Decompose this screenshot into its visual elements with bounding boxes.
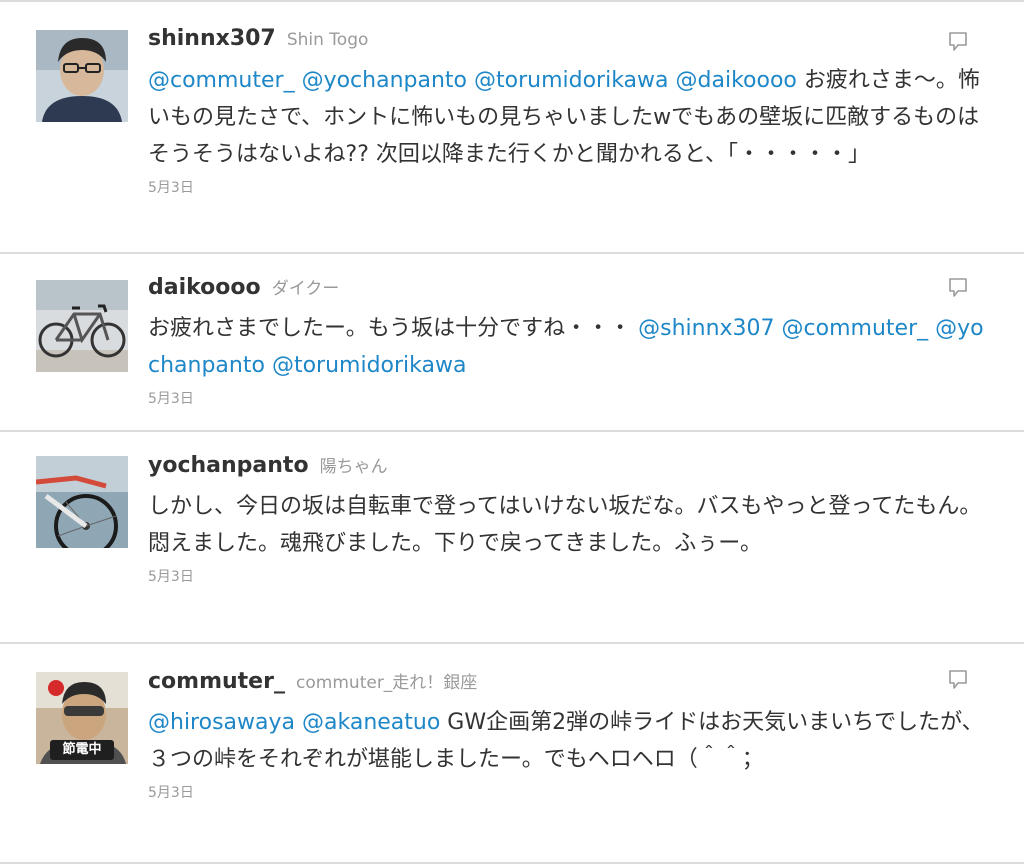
- tweet-header: yochanpanto 陽ちゃん: [148, 452, 994, 482]
- tweet-text-segment: お疲れさまでしたー。もう坂は十分ですね・・・: [148, 316, 639, 341]
- tweet-item: shinnx307 Shin Togo @commuter_ @yochanpa…: [0, 4, 1024, 248]
- tweet-item: yochanpanto 陽ちゃん しかし、今日の坂は自転車で登ってはいけない坂だ…: [0, 434, 1024, 640]
- mention-link[interactable]: @akaneatuo: [302, 710, 440, 735]
- divider: [0, 862, 1024, 864]
- bicycle-photo-icon: [36, 280, 128, 372]
- avatar[interactable]: [36, 280, 128, 372]
- full-name: 陽ちゃん: [319, 457, 388, 477]
- divider: [0, 0, 1024, 2]
- mention-link[interactable]: @hirosawaya: [148, 710, 295, 735]
- timestamp[interactable]: 5月3日: [148, 782, 994, 802]
- full-name: Shin Togo: [286, 30, 369, 50]
- tweet-item: daikoooo ダイクー お疲れさまでしたー。もう坂は十分ですね・・・ @sh…: [0, 256, 1024, 428]
- mention-link[interactable]: @daikoooo: [676, 68, 797, 93]
- tweet-text-segment: [467, 68, 474, 93]
- avatar[interactable]: [36, 456, 128, 548]
- tweet-header: daikoooo ダイクー: [148, 274, 994, 304]
- tweet-text-segment: しかし、今日の坂は自転車で登ってはいけない坂だな。バスもやっと登ってたもん。悶え…: [148, 494, 982, 556]
- mention-link[interactable]: @torumidorikawa: [474, 68, 669, 93]
- reply-icon[interactable]: [946, 668, 970, 692]
- screen-name[interactable]: commuter_: [148, 669, 285, 694]
- reply-icon[interactable]: [946, 30, 970, 54]
- avatar[interactable]: [36, 30, 128, 122]
- bicycle-wheel-photo-icon: [36, 456, 128, 548]
- timestamp[interactable]: 5月3日: [148, 388, 994, 408]
- mention-link[interactable]: @yochanpanto: [302, 68, 467, 93]
- timestamp[interactable]: 5月3日: [148, 177, 994, 197]
- tweet-content: shinnx307 Shin Togo @commuter_ @yochanpa…: [148, 26, 994, 197]
- user-photo-icon: [36, 30, 128, 122]
- timeline: shinnx307 Shin Togo @commuter_ @yochanpa…: [0, 0, 1024, 868]
- tweet-content: yochanpanto 陽ちゃん しかし、今日の坂は自転車で登ってはいけない坂だ…: [148, 452, 994, 586]
- screen-name[interactable]: yochanpanto: [148, 453, 309, 478]
- reply-icon[interactable]: [946, 276, 970, 300]
- timestamp[interactable]: 5月3日: [148, 566, 994, 586]
- mention-link[interactable]: @commuter_: [782, 316, 929, 341]
- screen-name[interactable]: daikoooo: [148, 275, 261, 300]
- tweet-text: @hirosawaya @akaneatuo GW企画第2弾の峠ライドはお天気い…: [148, 704, 994, 778]
- avatar-badge: 節電中: [62, 742, 102, 757]
- tweet-text-segment: [295, 710, 302, 735]
- tweet-text-segment: [775, 316, 782, 341]
- tweet-item: 節電中 commuter_ commuter_走れ！銀座 @hirosawaya…: [0, 646, 1024, 860]
- tweet-content: commuter_ commuter_走れ！銀座 @hirosawaya @ak…: [148, 668, 994, 802]
- tweet-text: @commuter_ @yochanpanto @torumidorikawa …: [148, 62, 994, 173]
- avatar[interactable]: 節電中: [36, 672, 128, 764]
- divider: [0, 642, 1024, 644]
- tweet-text-segment: [295, 68, 302, 93]
- full-name: ダイクー: [271, 279, 340, 299]
- divider: [0, 430, 1024, 432]
- screen-name[interactable]: shinnx307: [148, 26, 276, 51]
- mention-link[interactable]: @commuter_: [148, 68, 295, 93]
- tweet-text: しかし、今日の坂は自転車で登ってはいけない坂だな。バスもやっと登ってたもん。悶え…: [148, 488, 994, 562]
- tweet-text: お疲れさまでしたー。もう坂は十分ですね・・・ @shinnx307 @commu…: [148, 310, 994, 384]
- tweet-header: shinnx307 Shin Togo: [148, 26, 994, 56]
- tweet-header: commuter_ commuter_走れ！銀座: [148, 668, 994, 698]
- mention-link[interactable]: @torumidorikawa: [272, 353, 467, 378]
- tweet-text-segment: [669, 68, 676, 93]
- divider: [0, 252, 1024, 254]
- tweet-text-segment: [265, 353, 272, 378]
- full-name: commuter_走れ！銀座: [296, 673, 478, 693]
- mention-link[interactable]: @shinnx307: [638, 316, 774, 341]
- tweet-content: daikoooo ダイクー お疲れさまでしたー。もう坂は十分ですね・・・ @sh…: [148, 274, 994, 408]
